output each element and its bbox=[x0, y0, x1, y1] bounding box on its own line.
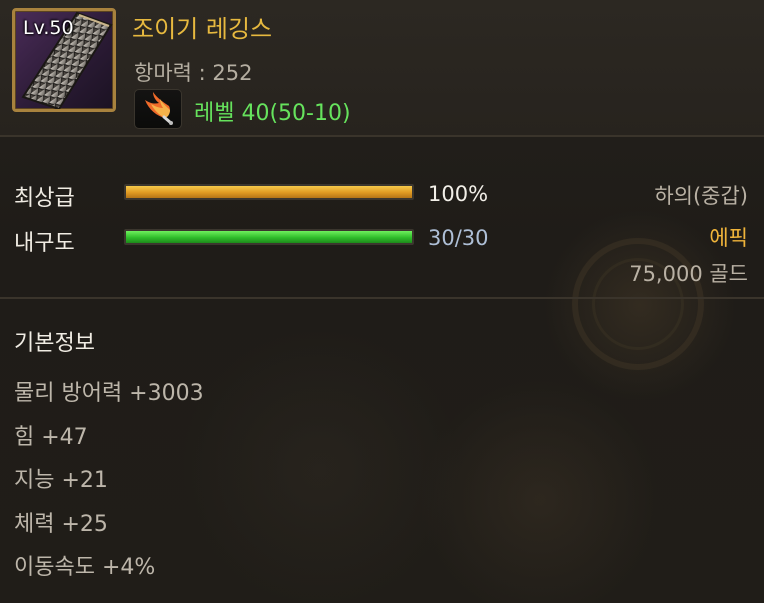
stat-line: 힘 +47 bbox=[14, 425, 88, 450]
stat-line: 이동속도 +4% bbox=[14, 555, 156, 580]
rarity-label: 에픽 bbox=[709, 226, 748, 250]
level-requirement: 레벨 40(50-10) bbox=[194, 101, 351, 126]
stat-line: 물리 방어력 +3003 bbox=[14, 381, 204, 406]
grade-label: 최상급 bbox=[14, 186, 75, 211]
item-icon: Lv.50 bbox=[12, 8, 116, 112]
grade-value: 100% bbox=[428, 182, 489, 206]
stat-line: 체력 +25 bbox=[14, 512, 108, 537]
durability-label: 내구도 bbox=[14, 231, 75, 256]
header-divider bbox=[0, 135, 764, 137]
item-tooltip-panel: Lv.50 조이기 레깅스 항마력 : 252 레벨 40(50-10) 최상급… bbox=[0, 0, 764, 603]
durability-value: 30/30 bbox=[428, 226, 489, 250]
item-header: Lv.50 조이기 레깅스 항마력 : 252 레벨 40(50-10) bbox=[0, 0, 764, 135]
stat-line: 지능 +21 bbox=[14, 468, 108, 493]
item-name: 조이기 레깅스 bbox=[132, 15, 273, 43]
basic-info-title: 기본정보 bbox=[14, 331, 95, 356]
sell-price: 75,000 골드 bbox=[629, 262, 748, 286]
grade-bar-fill bbox=[126, 186, 412, 198]
phoenix-feather-icon bbox=[134, 89, 182, 129]
durability-bar-fill bbox=[126, 231, 412, 243]
grade-bar bbox=[124, 184, 414, 200]
section-divider bbox=[0, 297, 764, 299]
item-magic-defense: 항마력 : 252 bbox=[134, 61, 253, 85]
item-level-badge: Lv.50 bbox=[23, 17, 74, 39]
equipment-slot: 하의(중갑) bbox=[654, 184, 748, 208]
durability-bar bbox=[124, 229, 414, 245]
